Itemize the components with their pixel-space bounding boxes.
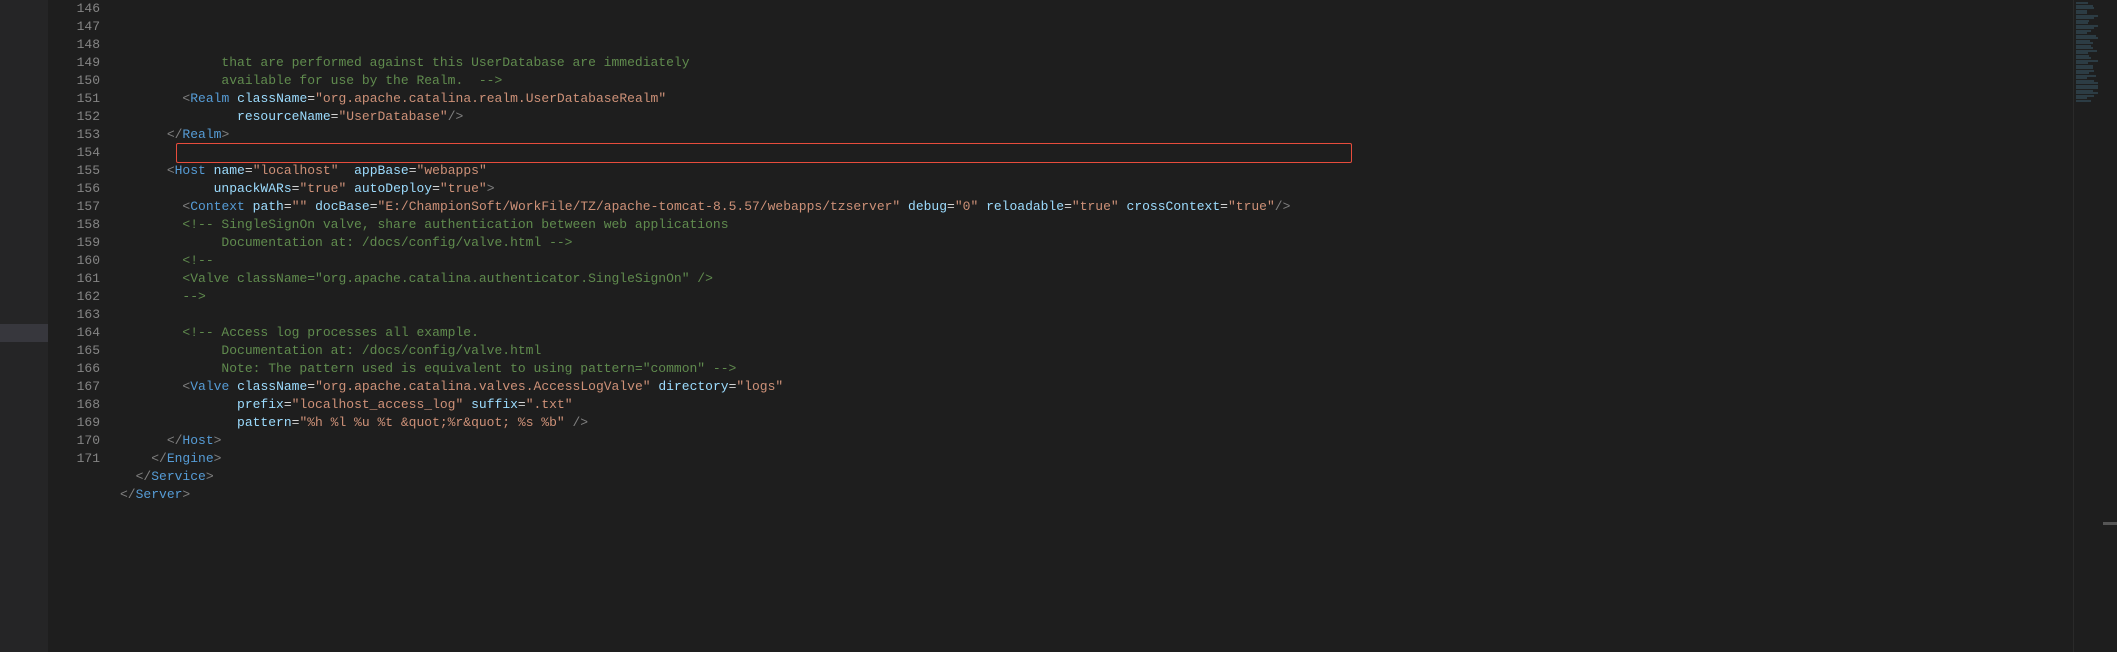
line-number: 153 [48,126,100,144]
line-number: 169 [48,414,100,432]
code-line[interactable] [120,144,2073,162]
code-line[interactable]: </Realm> [120,126,2073,144]
line-number: 168 [48,396,100,414]
code-line[interactable]: </Server> [120,486,2073,504]
code-line[interactable]: --> [120,288,2073,306]
code-line[interactable]: prefix="localhost_access_log" suffix=".t… [120,396,2073,414]
code-editor[interactable]: that are performed against this UserData… [120,0,2073,652]
code-line[interactable] [120,306,2073,324]
line-number: 148 [48,36,100,54]
line-number: 150 [48,72,100,90]
code-line[interactable]: <Realm className="org.apache.catalina.re… [120,90,2073,108]
line-number: 160 [48,252,100,270]
line-number: 159 [48,234,100,252]
line-number-gutter[interactable]: 1461471481491501511521531541551561571581… [48,0,120,652]
minimap[interactable] [2073,0,2103,652]
code-line[interactable]: pattern="%h %l %u %t &quot;%r&quot; %s %… [120,414,2073,432]
code-line[interactable]: <Host name="localhost" appBase="webapps" [120,162,2073,180]
code-line[interactable]: </Host> [120,432,2073,450]
editor-area: 1461471481491501511521531541551561571581… [0,0,2117,652]
activity-bar[interactable] [0,0,48,652]
minimap-content [2076,2,2101,102]
code-line[interactable]: <!-- Access log processes all example. [120,324,2073,342]
code-line[interactable]: Note: The pattern used is equivalent to … [120,360,2073,378]
line-number: 164 [48,324,100,342]
line-number: 147 [48,18,100,36]
code-line[interactable]: that are performed against this UserData… [120,54,2073,72]
code-line[interactable]: <!-- [120,252,2073,270]
line-number: 152 [48,108,100,126]
line-number: 165 [48,342,100,360]
code-line[interactable]: </Service> [120,468,2073,486]
code-line[interactable]: <Valve className="org.apache.catalina.au… [120,270,2073,288]
code-line[interactable]: </Engine> [120,450,2073,468]
scrollbar-mark [2103,522,2117,525]
line-number: 171 [48,450,100,468]
code-line[interactable]: unpackWARs="true" autoDeploy="true"> [120,180,2073,198]
line-number: 162 [48,288,100,306]
code-line[interactable]: resourceName="UserDatabase"/> [120,108,2073,126]
line-number: 170 [48,432,100,450]
code-line[interactable]: available for use by the Realm. --> [120,72,2073,90]
line-number: 167 [48,378,100,396]
code-line[interactable]: Documentation at: /docs/config/valve.htm… [120,342,2073,360]
code-line[interactable]: <Context path="" docBase="E:/ChampionSof… [120,198,2073,216]
line-number: 154 [48,144,100,162]
line-number: 146 [48,0,100,18]
line-number: 166 [48,360,100,378]
line-number: 149 [48,54,100,72]
line-number: 158 [48,216,100,234]
line-number: 163 [48,306,100,324]
line-number: 156 [48,180,100,198]
code-line[interactable]: <Valve className="org.apache.catalina.va… [120,378,2073,396]
vertical-scrollbar[interactable] [2103,0,2117,652]
line-number: 157 [48,198,100,216]
code-line[interactable] [120,504,2073,522]
line-number: 161 [48,270,100,288]
current-line-indicator [0,324,48,342]
code-line[interactable]: <!-- SingleSignOn valve, share authentic… [120,216,2073,234]
line-number: 155 [48,162,100,180]
line-number: 151 [48,90,100,108]
code-line[interactable]: Documentation at: /docs/config/valve.htm… [120,234,2073,252]
